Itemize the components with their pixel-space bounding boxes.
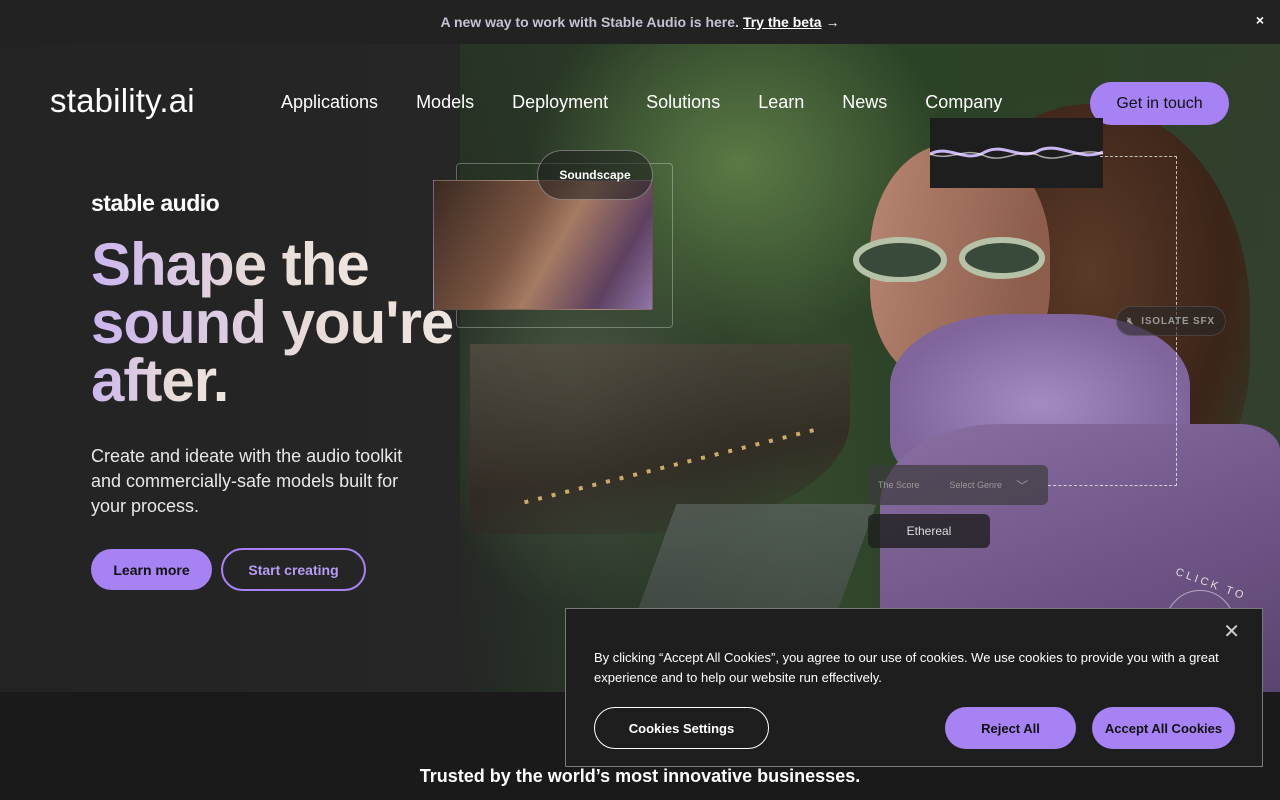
chevron-down-icon: ﹀ <box>1016 478 1029 493</box>
try-beta-link[interactable]: Try the beta <box>743 14 822 30</box>
mute-icon: 🔇︎ <box>1127 315 1135 327</box>
cookie-close-icon[interactable]: ✕ <box>1223 619 1240 644</box>
sunglasses-image <box>853 237 1045 282</box>
reject-all-button[interactable]: Reject All <box>945 707 1076 749</box>
cookie-dialog: ✕ By clicking “Accept All Cookies”, you … <box>565 608 1263 767</box>
hero-subtext: Create and ideate with the audio toolkit… <box>91 446 403 516</box>
learn-more-button[interactable]: Learn more <box>91 549 212 590</box>
nav-news[interactable]: News <box>842 92 887 113</box>
hero-headline: Shape the sound you're after. <box>91 235 471 411</box>
soundscape-pill: Soundscape <box>537 150 653 200</box>
select-genre-label: Select Genre <box>949 480 1003 490</box>
stable-audio-brand: stable audio <box>91 190 220 216</box>
waveform-card <box>929 118 1104 188</box>
score-label: The Score <box>878 480 920 490</box>
isolate-sfx-pill: 🔇︎ ISOLATE SFX <box>1116 306 1226 336</box>
arrow-right-icon: → <box>825 14 840 30</box>
nav-learn[interactable]: Learn <box>758 92 804 113</box>
isolate-sfx-label: ISOLATE SFX <box>1141 315 1215 327</box>
waveform-icon <box>929 146 1104 159</box>
nav-models[interactable]: Models <box>416 92 474 113</box>
headline-line-2: sound you're <box>91 289 454 356</box>
get-in-touch-button[interactable]: Get in touch <box>1090 82 1229 125</box>
genre-selector: The Score Select Genre ﹀ <box>868 465 1048 505</box>
nav-company[interactable]: Company <box>925 92 1002 113</box>
nav-deployment[interactable]: Deployment <box>512 92 608 113</box>
dashed-connector-bottom <box>1048 485 1103 486</box>
banner-text: A new way to work with Stable Audio is h… <box>440 14 739 30</box>
main-nav: Applications Models Deployment Solutions… <box>281 92 1002 113</box>
headline-line-3: after. <box>91 347 229 414</box>
nav-solutions[interactable]: Solutions <box>646 92 720 113</box>
cookie-text: By clicking “Accept All Cookies”, you ag… <box>594 650 1219 685</box>
stability-logo[interactable]: stability.ai <box>50 82 195 120</box>
accept-all-cookies-button[interactable]: Accept All Cookies <box>1092 707 1235 749</box>
trusted-heading: Trusted by the world’s most innovative b… <box>419 766 861 786</box>
banner-close-icon[interactable]: × <box>1256 12 1264 28</box>
cookies-settings-button[interactable]: Cookies Settings <box>594 707 769 749</box>
nav-applications[interactable]: Applications <box>281 92 378 113</box>
announcement-banner: A new way to work with Stable Audio is h… <box>0 0 1280 44</box>
start-creating-button[interactable]: Start creating <box>221 548 366 591</box>
headline-line-1: Shape the <box>91 231 370 298</box>
ethereal-pill: Ethereal <box>868 514 990 548</box>
